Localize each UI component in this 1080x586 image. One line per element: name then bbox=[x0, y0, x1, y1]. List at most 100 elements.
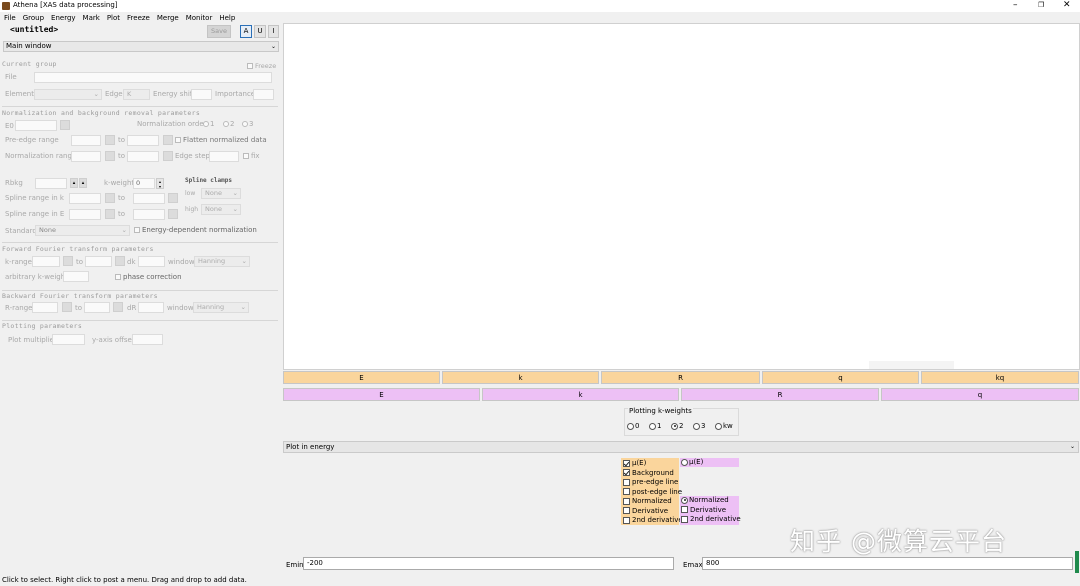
spline-k-pick2[interactable] bbox=[168, 193, 178, 203]
norm-pick1[interactable] bbox=[105, 151, 115, 161]
e0-field[interactable] bbox=[15, 120, 57, 131]
arb-kweight-field[interactable] bbox=[63, 271, 89, 282]
mu-e-checkbox[interactable]: μ(E) bbox=[623, 459, 679, 469]
krange-from[interactable] bbox=[32, 256, 60, 267]
fft-window-select[interactable]: Hanning ⌄ bbox=[194, 256, 250, 267]
a-button[interactable]: A bbox=[240, 25, 252, 38]
kweight-1-radio[interactable]: 1 bbox=[649, 422, 661, 430]
rbkg-down[interactable]: ▴ bbox=[79, 178, 87, 188]
marked-normalized-radio[interactable]: Normalized bbox=[681, 496, 739, 506]
normalized-checkbox[interactable]: Normalized bbox=[623, 497, 679, 507]
flatten-checkbox[interactable]: Flatten normalized data bbox=[175, 136, 267, 144]
rbkg-up[interactable]: ▴ bbox=[70, 178, 78, 188]
e0-pick-button[interactable] bbox=[60, 120, 70, 130]
plot-marked-e-button[interactable]: E bbox=[283, 388, 480, 401]
plot-mode-select[interactable]: Plot in energy ⌄ bbox=[283, 441, 1079, 453]
bft-window-select[interactable]: Hanning ⌄ bbox=[193, 302, 249, 313]
phase-corr-checkbox[interactable]: phase correction bbox=[115, 273, 182, 281]
post-edge-line-checkbox[interactable]: post-edge line bbox=[623, 488, 682, 498]
energy-dep-checkbox[interactable]: Energy-dependent normalization bbox=[134, 226, 257, 234]
background-checkbox[interactable]: Background bbox=[623, 469, 679, 479]
kweight-0-radio[interactable]: 0 bbox=[627, 422, 639, 430]
marked-derivative-checkbox[interactable]: Derivative bbox=[681, 506, 739, 516]
derivative-checkbox[interactable]: Derivative bbox=[623, 507, 679, 517]
plot-marked-q-button[interactable]: q bbox=[881, 388, 1079, 401]
u-button[interactable]: U bbox=[254, 25, 266, 38]
pre-edge-from[interactable] bbox=[71, 135, 101, 146]
norm-order-1[interactable]: 1 bbox=[203, 120, 214, 128]
menu-file[interactable]: File bbox=[4, 14, 16, 22]
rrange-pick1[interactable] bbox=[62, 302, 72, 312]
element-select[interactable]: ⌄ bbox=[34, 89, 102, 100]
save-button[interactable]: Save bbox=[207, 25, 231, 38]
clamp-low-select[interactable]: None ⌄ bbox=[201, 188, 241, 199]
norm-order-2[interactable]: 2 bbox=[223, 120, 234, 128]
spline-e-from[interactable] bbox=[69, 209, 101, 220]
kweight-3-radio[interactable]: 3 bbox=[693, 422, 705, 430]
menu-freeze[interactable]: Freeze bbox=[127, 14, 150, 22]
menu-monitor[interactable]: Monitor bbox=[186, 14, 213, 22]
fix-checkbox[interactable]: fix bbox=[243, 152, 260, 160]
edge-step-field[interactable] bbox=[209, 151, 239, 162]
norm-order-3[interactable]: 3 bbox=[242, 120, 253, 128]
menu-plot[interactable]: Plot bbox=[107, 14, 120, 22]
energy-shift-field[interactable] bbox=[191, 89, 212, 100]
marked-mu-e-radio[interactable]: μ(E) bbox=[680, 458, 739, 467]
plot-k-button[interactable]: k bbox=[442, 371, 599, 384]
restore-icon[interactable]: ❐ bbox=[1038, 1, 1044, 9]
multiplier-field[interactable] bbox=[52, 334, 85, 345]
kweight-field[interactable]: 0 bbox=[133, 178, 155, 189]
kweight-kw-radio[interactable]: kw bbox=[715, 422, 733, 430]
close-icon[interactable]: ✕ bbox=[1063, 0, 1071, 10]
krange-pick1[interactable] bbox=[63, 256, 73, 266]
standard-select[interactable]: None ⌄ bbox=[35, 225, 130, 236]
kweight-2-radio[interactable]: 2 bbox=[671, 422, 683, 430]
spline-k-from[interactable] bbox=[69, 193, 101, 204]
rrange-to[interactable] bbox=[84, 302, 110, 313]
pre-edge-to[interactable] bbox=[127, 135, 159, 146]
rrange-from[interactable] bbox=[32, 302, 58, 313]
plot-e-button[interactable]: E bbox=[283, 371, 440, 384]
rrange-pick2[interactable] bbox=[113, 302, 123, 312]
menu-help[interactable]: Help bbox=[219, 14, 235, 22]
spline-k-to[interactable] bbox=[133, 193, 165, 204]
plot-kq-button[interactable]: kq bbox=[921, 371, 1079, 384]
emax-field[interactable]: 800 bbox=[702, 557, 1073, 570]
plot-q-button[interactable]: q bbox=[762, 371, 919, 384]
menu-energy[interactable]: Energy bbox=[51, 14, 76, 22]
spline-k-pick1[interactable] bbox=[105, 193, 115, 203]
dk-field[interactable] bbox=[138, 256, 165, 267]
norm-range-to[interactable] bbox=[127, 151, 159, 162]
freeze-checkbox[interactable]: Freeze bbox=[247, 62, 276, 70]
yoffset-field[interactable] bbox=[132, 334, 163, 345]
plot-canvas[interactable] bbox=[283, 23, 1080, 370]
minimize-icon[interactable]: – bbox=[1013, 0, 1018, 10]
dr-field[interactable] bbox=[138, 302, 164, 313]
norm-range-from[interactable] bbox=[71, 151, 101, 162]
marked-second-derivative-checkbox[interactable]: 2nd derivative bbox=[681, 515, 741, 525]
rbkg-field[interactable] bbox=[35, 178, 67, 189]
plot-marked-k-button[interactable]: k bbox=[482, 388, 679, 401]
clamp-high-select[interactable]: None ⌄ bbox=[201, 204, 241, 215]
spline-e-pick1[interactable] bbox=[105, 209, 115, 219]
menu-group[interactable]: Group bbox=[23, 14, 44, 22]
pre-edge-line-checkbox[interactable]: pre-edge line bbox=[623, 478, 679, 488]
norm-pick2[interactable] bbox=[163, 151, 173, 161]
kweight-spinner[interactable]: ▴ ▾ bbox=[156, 178, 164, 189]
menu-mark[interactable]: Mark bbox=[83, 14, 100, 22]
krange-pick2[interactable] bbox=[115, 256, 125, 266]
plot-marked-r-button[interactable]: R bbox=[681, 388, 879, 401]
file-field[interactable] bbox=[34, 72, 272, 83]
pre-edge-pick2[interactable] bbox=[163, 135, 173, 145]
pre-edge-pick1[interactable] bbox=[105, 135, 115, 145]
spline-e-to[interactable] bbox=[133, 209, 165, 220]
spline-e-pick2[interactable] bbox=[168, 209, 178, 219]
emin-field[interactable]: -200 bbox=[303, 557, 674, 570]
edge-select[interactable]: K bbox=[123, 89, 150, 100]
i-button[interactable]: I bbox=[268, 25, 279, 38]
plot-r-button[interactable]: R bbox=[601, 371, 760, 384]
krange-to[interactable] bbox=[85, 256, 112, 267]
importance-field[interactable] bbox=[253, 89, 274, 100]
menu-merge[interactable]: Merge bbox=[157, 14, 179, 22]
second-derivative-checkbox[interactable]: 2nd derivative bbox=[623, 516, 683, 526]
